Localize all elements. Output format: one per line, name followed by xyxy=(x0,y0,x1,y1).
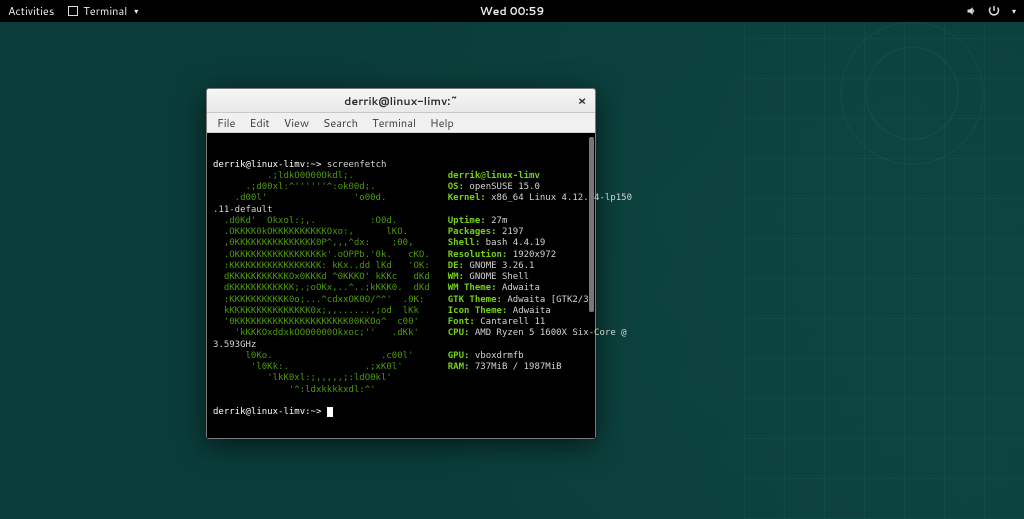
chevron-down-icon: ▾ xyxy=(1012,5,1016,17)
app-menu-label: Terminal xyxy=(83,3,127,19)
menu-file[interactable]: File xyxy=(211,113,241,133)
ascii-logo: .;ldkO0000Okdl;. .;d00xl:^''''''^:ok00d;… xyxy=(213,171,430,396)
terminal-window: derrik@linux-limv:~ × File Edit View Sea… xyxy=(206,88,596,439)
window-titlebar[interactable]: derrik@linux-limv:~ × xyxy=(207,89,595,113)
sysinfo: derrik@linux-limv OS: openSUSE 15.0 Kern… xyxy=(448,171,632,396)
terminal-icon xyxy=(68,6,78,16)
menu-edit[interactable]: Edit xyxy=(243,113,275,133)
cursor xyxy=(327,407,333,417)
volume-icon xyxy=(966,5,978,17)
power-icon xyxy=(988,5,1000,17)
app-menu-terminal[interactable]: Terminal ▾ xyxy=(68,3,138,19)
clock[interactable]: Wed 00:59 xyxy=(480,3,545,19)
scrollbar[interactable] xyxy=(589,137,594,312)
menubar: File Edit View Search Terminal Help xyxy=(207,113,595,133)
wallpaper-blueprint xyxy=(744,0,1024,519)
window-title: derrik@linux-limv:~ xyxy=(344,93,458,109)
terminal-viewport[interactable]: derrik@linux-limv:~> screenfetch .;ldkO0… xyxy=(207,133,595,438)
menu-help[interactable]: Help xyxy=(424,113,460,133)
window-close-button[interactable]: × xyxy=(575,93,589,107)
menu-terminal[interactable]: Terminal xyxy=(366,113,422,133)
gnome-topbar: Activities Terminal ▾ Wed 00:59 ▾ xyxy=(0,0,1024,22)
chevron-down-icon: ▾ xyxy=(134,5,138,17)
menu-search[interactable]: Search xyxy=(317,113,364,133)
activities-button[interactable]: Activities xyxy=(8,3,54,19)
entered-command: screenfetch xyxy=(327,160,387,170)
menu-view[interactable]: View xyxy=(278,113,315,133)
prompt-user: derrik@linux-limv xyxy=(213,160,305,170)
system-status-area[interactable]: ▾ xyxy=(966,5,1016,17)
